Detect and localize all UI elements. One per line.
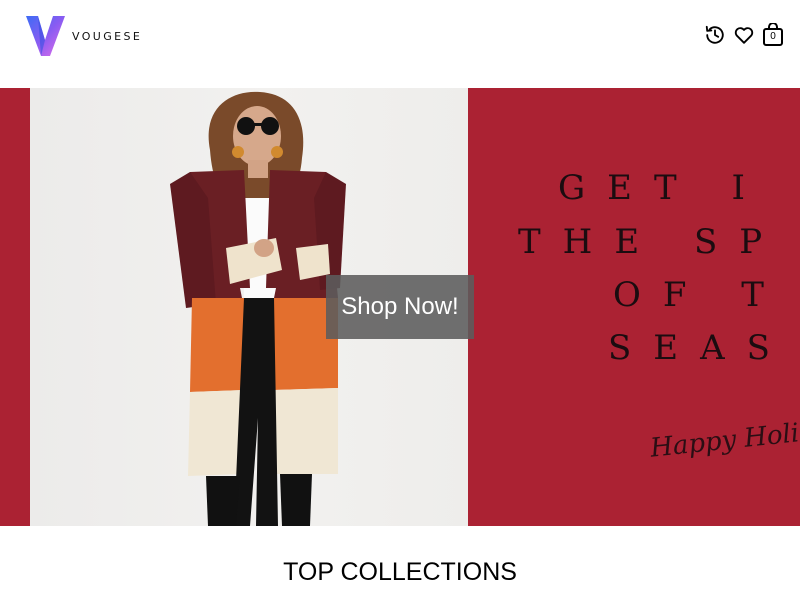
script-greeting: Happy Holi — [648, 418, 800, 464]
brand-name: VOUGESE — [72, 29, 143, 43]
slogan-line-4: SEAS — [608, 328, 792, 368]
slogan-line-2: THE SP — [518, 222, 785, 262]
logo-v-icon — [26, 16, 65, 56]
history-button[interactable] — [702, 20, 728, 50]
shop-now-button[interactable]: Shop Now! — [326, 275, 474, 339]
slogan-panel: GET I THE SP OF T SEAS Happy Holi — [468, 88, 800, 526]
wishlist-button[interactable] — [731, 20, 757, 50]
section-title: TOP COLLECTIONS — [283, 558, 517, 586]
cart-count-badge: 0 — [770, 31, 776, 42]
brand-logo[interactable]: VOUGESE — [24, 14, 142, 58]
heart-icon — [734, 27, 754, 44]
header-actions: 0 — [699, 20, 786, 50]
slogan-line-3: OF T — [613, 275, 786, 315]
site-header: VOUGESE 0 — [0, 0, 800, 88]
cart-button[interactable]: 0 — [760, 20, 786, 50]
hero-banner[interactable]: GET I THE SP OF T SEAS Happy Holi Shop N… — [0, 88, 800, 526]
history-icon — [705, 25, 724, 44]
slogan-line-1: GET I — [558, 168, 767, 208]
